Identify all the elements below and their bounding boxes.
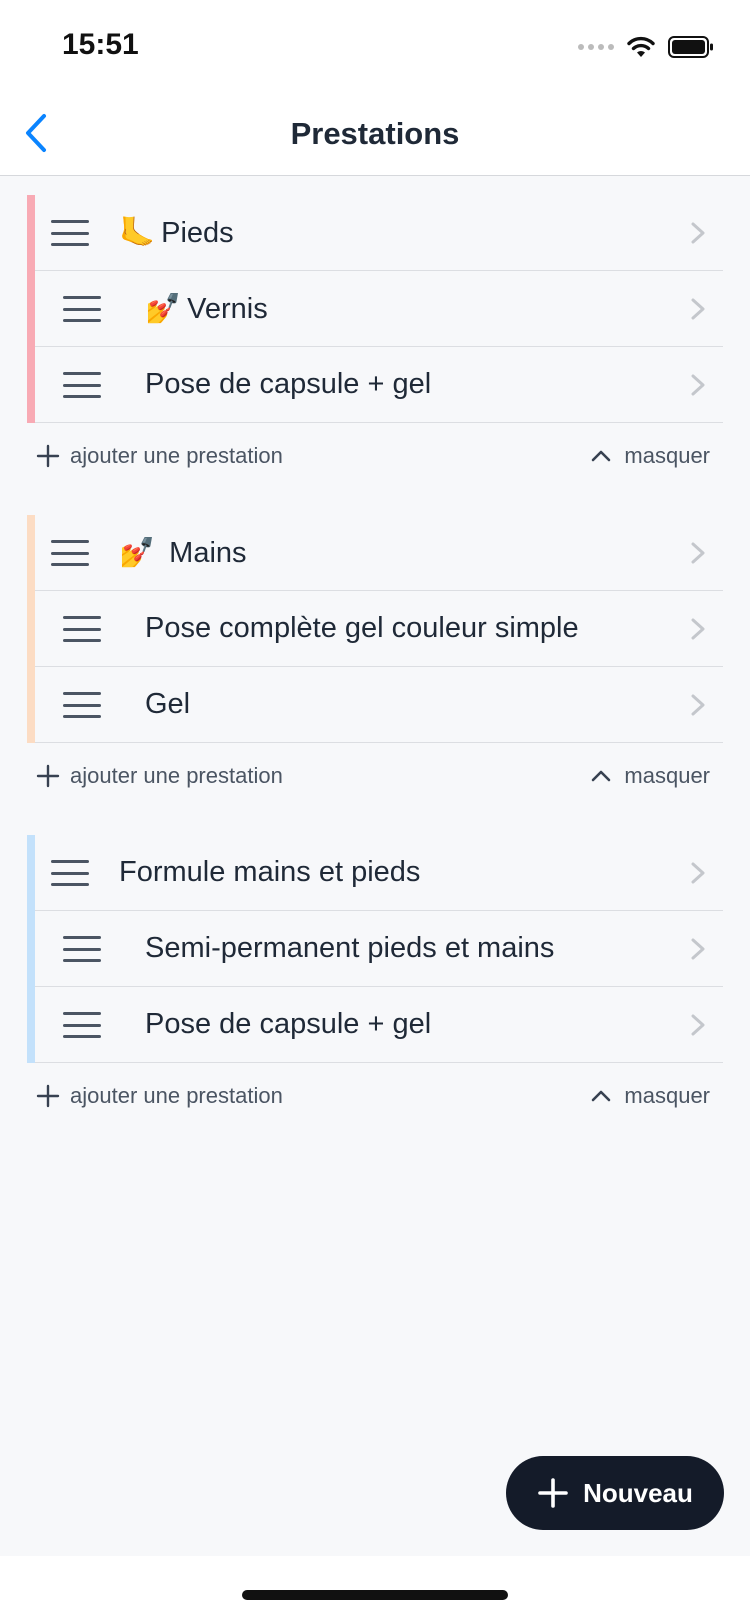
foot-emoji-icon: 🦶 [119, 217, 156, 249]
hide-group-label: masquer [624, 763, 710, 788]
category-color-bar [27, 195, 35, 423]
add-service-label: ajouter une prestation [70, 763, 283, 788]
drag-handle-icon[interactable] [63, 1012, 101, 1038]
category-row-formule-mains-pieds[interactable]: Formule mains et pieds [35, 835, 723, 911]
chevron-up-icon [592, 450, 611, 462]
hide-group-link[interactable]: masquer [590, 1083, 710, 1109]
hide-group-link[interactable]: masquer [590, 763, 710, 789]
add-service-link[interactable]: ajouter une prestation [36, 1083, 283, 1109]
plus-icon [538, 1478, 568, 1508]
row-label: Semi-permanent pieds et mains [145, 932, 555, 964]
row-label: Pose de capsule + gel [145, 1008, 432, 1040]
navigation-bar: Prestations [0, 90, 750, 176]
chevron-right-icon [691, 374, 705, 396]
row-label: 💅 Vernis [145, 293, 268, 325]
cellular-signal-icon [578, 44, 614, 50]
drag-handle-icon[interactable] [51, 860, 89, 886]
hide-group-link[interactable]: masquer [590, 443, 710, 469]
plus-icon [36, 764, 60, 788]
add-service-label: ajouter une prestation [70, 443, 283, 468]
service-row-pose-complete-gel[interactable]: Pose complète gel couleur simple [35, 591, 723, 667]
service-row-semi-permanent[interactable]: Semi-permanent pieds et mains [35, 911, 723, 987]
drag-handle-icon[interactable] [63, 616, 101, 642]
group-footer: ajouter une prestation masquer [0, 435, 750, 485]
chevron-up-icon [592, 770, 611, 782]
service-row-gel[interactable]: Gel [35, 667, 723, 743]
group-footer: ajouter une prestation masquer [0, 1075, 750, 1125]
row-label: Pose de capsule + gel [145, 368, 432, 400]
add-service-label: ajouter une prestation [70, 1083, 283, 1108]
add-service-link[interactable]: ajouter une prestation [36, 443, 283, 469]
home-area [0, 1556, 750, 1623]
new-prestation-button[interactable]: Nouveau [506, 1456, 724, 1530]
row-label: 🦶 Pieds [119, 217, 234, 249]
chevron-right-icon [691, 222, 705, 244]
nail-polish-emoji-icon: 💅 [145, 293, 182, 325]
service-row-pose-capsule-gel[interactable]: Pose de capsule + gel [35, 987, 723, 1063]
hide-group-label: masquer [624, 1083, 710, 1108]
chevron-up-icon [592, 1090, 611, 1102]
prestations-list: 🦶 Pieds 💅 Vernis Pose de capsule + gel ajo… [0, 176, 750, 1556]
category-row-mains[interactable]: 💅 Mains [35, 515, 723, 591]
row-label: 💅 Mains [119, 537, 247, 569]
chevron-right-icon [691, 298, 705, 320]
service-row-vernis[interactable]: 💅 Vernis [35, 271, 723, 347]
row-label: Formule mains et pieds [119, 856, 421, 888]
plus-icon [36, 1084, 60, 1108]
battery-icon [668, 36, 713, 58]
row-label: Gel [145, 688, 191, 720]
drag-handle-icon[interactable] [51, 220, 89, 246]
drag-handle-icon[interactable] [63, 372, 101, 398]
chevron-right-icon [691, 694, 705, 716]
chevron-right-icon [691, 938, 705, 960]
category-color-bar [27, 515, 35, 743]
hide-group-label: masquer [624, 443, 710, 468]
drag-handle-icon[interactable] [51, 540, 89, 566]
status-bar: 15:51 [0, 0, 750, 90]
category-group-mains: 💅 Mains Pose complète gel couleur simple… [27, 515, 723, 743]
drag-handle-icon[interactable] [63, 936, 101, 962]
group-footer: ajouter une prestation masquer [0, 755, 750, 805]
home-indicator[interactable] [242, 1590, 508, 1600]
category-color-bar [27, 835, 35, 1063]
page-title: Prestations [290, 116, 460, 151]
category-row-pieds[interactable]: 🦶 Pieds [35, 195, 723, 271]
chevron-right-icon [691, 862, 705, 884]
plus-icon [36, 444, 60, 468]
service-row-pose-capsule-gel[interactable]: Pose de capsule + gel [35, 347, 723, 423]
drag-handle-icon[interactable] [63, 692, 101, 718]
nail-polish-emoji-icon: 💅 [119, 537, 156, 569]
chevron-right-icon [691, 618, 705, 640]
category-group-pieds: 🦶 Pieds 💅 Vernis Pose de capsule + gel [27, 195, 723, 423]
chevron-right-icon [691, 542, 705, 564]
status-time: 15:51 [62, 28, 139, 61]
drag-handle-icon[interactable] [63, 296, 101, 322]
new-button-label: Nouveau [583, 1477, 693, 1508]
wifi-icon [627, 36, 655, 57]
chevron-right-icon [691, 1014, 705, 1036]
row-label: Pose complète gel couleur simple [145, 612, 579, 644]
add-service-link[interactable]: ajouter une prestation [36, 763, 283, 789]
category-group-formule: Formule mains et pieds Semi-permanent pi… [27, 835, 723, 1063]
status-icons [578, 32, 714, 62]
